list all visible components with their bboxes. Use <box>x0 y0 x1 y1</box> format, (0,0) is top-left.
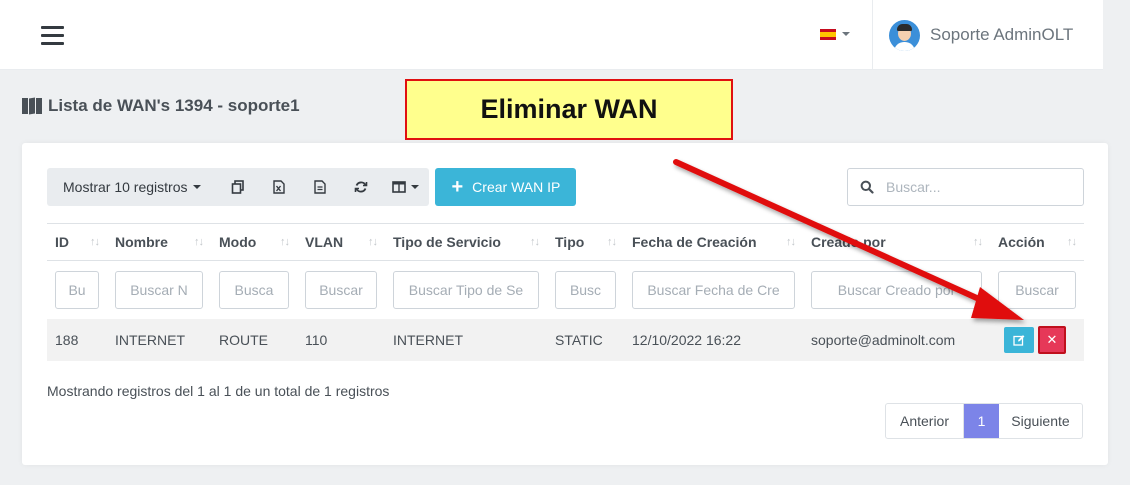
pagination-page-1[interactable]: 1 <box>964 404 999 438</box>
table-info: Mostrando registros del 1 al 1 de un tot… <box>47 383 390 399</box>
cell-tipo-servicio: INTERNET <box>385 318 547 361</box>
close-icon: ✕ <box>1046 331 1058 347</box>
filter-row <box>47 261 1084 319</box>
table-header-row: ID ↑↓ Nombre ↑↓ Modo ↑↓ VLAN ↑↓ Tipo de Serv… <box>47 223 1084 261</box>
filter-input-tipo-servicio[interactable] <box>393 270 539 309</box>
table-toolbar: Mostrar 10 registros + Crear WAN IP <box>47 168 577 206</box>
show-records-label: Mostrar 10 registros <box>63 179 188 195</box>
cell-modo: ROUTE <box>211 318 297 361</box>
pdf-button[interactable] <box>299 168 340 206</box>
sort-icon: ↑↓ <box>368 236 378 248</box>
toolbar-button-group: Mostrar 10 registros <box>47 168 430 206</box>
pagination-prev[interactable]: Anterior <box>886 404 964 438</box>
cell-nombre: INTERNET <box>107 318 211 361</box>
refresh-button[interactable] <box>340 168 381 206</box>
hamburger-icon[interactable] <box>41 26 64 45</box>
filter-input-id[interactable] <box>55 270 99 309</box>
column-header[interactable]: Creado por ↑↓ <box>803 223 990 261</box>
create-wan-label: Crear WAN IP <box>472 179 561 195</box>
wan-list-card: Mostrar 10 registros + Crear WAN IP Busc… <box>22 143 1108 465</box>
caret-down-icon <box>410 185 419 189</box>
plus-icon: + <box>451 176 464 198</box>
columns-icon <box>392 181 406 193</box>
filter-input-accion[interactable] <box>998 270 1076 309</box>
filter-input-fecha[interactable] <box>632 270 795 309</box>
column-header[interactable]: VLAN ↑↓ <box>297 223 385 261</box>
delete-button[interactable]: ✕ <box>1038 325 1066 354</box>
page-title: Lista de WAN's 1394 - soporte1 <box>22 96 300 116</box>
cell-id: 188 <box>47 318 107 361</box>
show-records-dropdown[interactable]: Mostrar 10 registros <box>47 168 217 206</box>
column-header[interactable]: Acción ↑↓ <box>990 223 1084 261</box>
caret-down-icon <box>193 185 202 189</box>
edit-icon <box>1013 334 1025 346</box>
wan-table: ID ↑↓ Nombre ↑↓ Modo ↑↓ VLAN ↑↓ Tipo de Serv… <box>47 223 1084 361</box>
column-header[interactable]: Fecha de Creación ↑↓ <box>624 223 803 261</box>
sort-icon: ↑↓ <box>973 236 983 248</box>
pagination-next[interactable]: Siguiente <box>999 404 1082 438</box>
column-header[interactable]: Tipo ↑↓ <box>547 223 624 261</box>
pagination: Anterior 1 Siguiente <box>885 403 1083 439</box>
sort-icon: ↑↓ <box>280 236 290 248</box>
cell-fecha: 12/10/2022 16:22 <box>624 318 803 361</box>
column-header[interactable]: ID ↑↓ <box>47 223 107 261</box>
edit-button[interactable] <box>1004 326 1034 353</box>
sort-icon: ↑↓ <box>607 236 617 248</box>
chevron-down-icon <box>842 32 850 36</box>
filter-input-creado-por[interactable] <box>811 270 982 309</box>
sort-icon: ↑↓ <box>194 236 204 248</box>
cell-accion: ✕ <box>990 318 1084 361</box>
refresh-icon <box>354 181 368 193</box>
column-header[interactable]: Modo ↑↓ <box>211 223 297 261</box>
columns-button[interactable] <box>381 168 429 206</box>
copy-button[interactable] <box>217 168 258 206</box>
annotation-callout: Eliminar WAN <box>405 79 733 140</box>
excel-button[interactable] <box>258 168 299 206</box>
search-icon <box>860 180 874 194</box>
cell-vlan: 110 <box>297 318 385 361</box>
filter-input-nombre[interactable] <box>115 270 203 309</box>
excel-icon <box>273 180 285 194</box>
sort-icon: ↑↓ <box>1067 236 1077 248</box>
sort-icon: ↑↓ <box>90 236 100 248</box>
search-input[interactable] <box>886 179 1076 195</box>
filter-input-modo[interactable] <box>219 270 289 309</box>
top-navbar: Soporte AdminOLT <box>0 0 1103 70</box>
user-name: Soporte AdminOLT <box>930 25 1074 44</box>
create-wan-button[interactable]: + Crear WAN IP <box>435 168 577 206</box>
global-search <box>847 168 1084 206</box>
avatar <box>889 19 920 51</box>
cell-creado-por: soporte@adminolt.com <box>803 318 990 361</box>
map-icon <box>22 97 42 115</box>
copy-icon <box>231 180 244 194</box>
sort-icon: ↑↓ <box>530 236 540 248</box>
file-icon <box>314 180 326 194</box>
filter-input-vlan[interactable] <box>305 270 377 309</box>
column-header[interactable]: Tipo de Servicio ↑↓ <box>385 223 547 261</box>
filter-input-tipo[interactable] <box>555 270 616 309</box>
sort-icon: ↑↓ <box>786 236 796 248</box>
page-title-text: Lista de WAN's 1394 - soporte1 <box>48 96 300 115</box>
language-selector[interactable] <box>820 27 850 41</box>
row-actions: ✕ <box>998 325 1076 354</box>
column-header[interactable]: Nombre ↑↓ <box>107 223 211 261</box>
cell-tipo: STATIC <box>547 318 624 361</box>
user-menu[interactable]: Soporte AdminOLT <box>872 0 1103 70</box>
table-row: 188 INTERNET ROUTE 110 INTERNET STATIC 1… <box>47 318 1084 361</box>
spain-flag-icon <box>820 28 836 40</box>
